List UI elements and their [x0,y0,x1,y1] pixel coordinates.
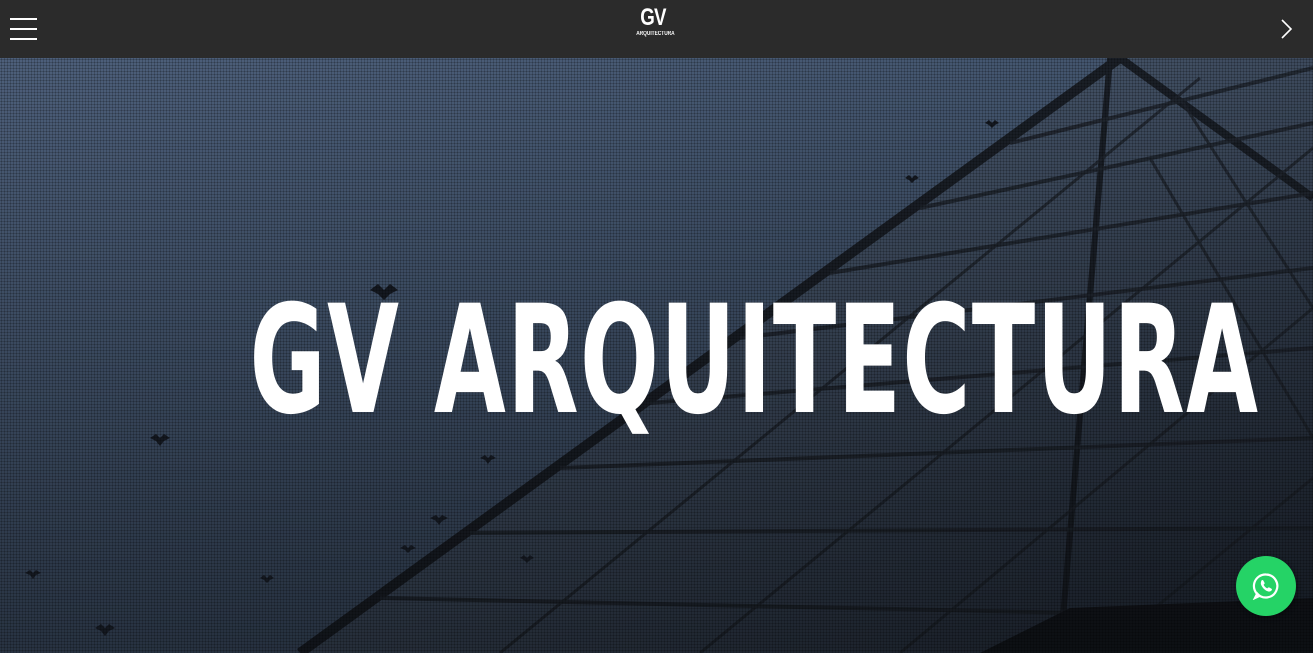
menu-line [10,28,37,30]
menu-line [10,18,37,20]
hamburger-menu-icon[interactable] [10,18,38,40]
whatsapp-icon[interactable] [1236,556,1296,616]
chevron-right-icon[interactable] [1280,18,1300,40]
logo-sub-text: ARQUITECTURA [636,31,675,37]
hero-section: GV ARQUITECTURA [0,58,1313,653]
site-logo[interactable]: GV ARQUITECTURA [632,6,674,42]
menu-line [10,38,37,40]
logo-main-text: GV [640,4,666,31]
hero-title: GV ARQUITECTURA [249,274,1260,448]
top-bar: GV ARQUITECTURA [0,0,1313,58]
